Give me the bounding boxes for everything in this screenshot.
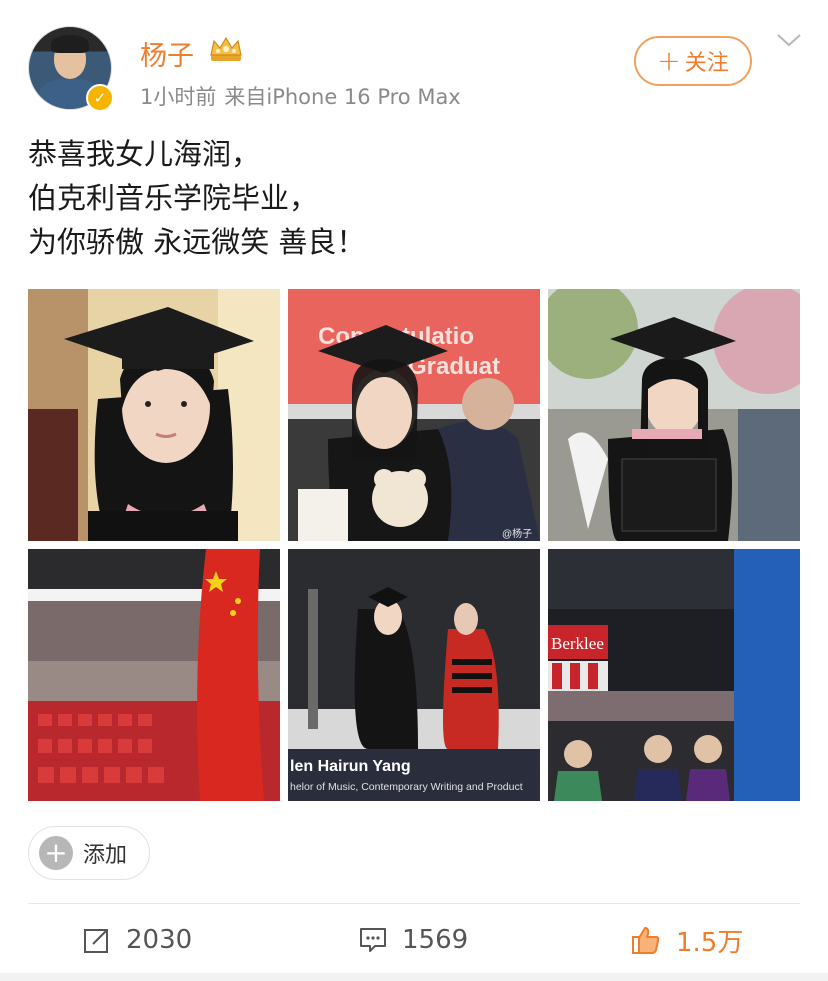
- add-button[interactable]: + 添加: [28, 826, 150, 880]
- comment-button[interactable]: 1569: [358, 912, 468, 968]
- share-icon: [84, 929, 108, 953]
- content-line: 伯克利音乐学院毕业，: [28, 181, 319, 215]
- post-meta: 1小时前 来自iPhone 16 Pro Max: [140, 81, 461, 111]
- arena-with-flag-image: [28, 549, 280, 801]
- graduation-portrait-image: [28, 289, 280, 541]
- crown-icon: [210, 36, 242, 61]
- handshake-image: len Hairun Yang helor of Music, Contempo…: [288, 549, 540, 801]
- photo-3[interactable]: [548, 289, 800, 541]
- verified-badge-icon: ✓: [86, 84, 114, 112]
- photo-6[interactable]: Berklee: [548, 549, 800, 801]
- comment-icon: [360, 928, 386, 952]
- thumbs-up-icon: [632, 927, 660, 954]
- like-count: 1.5万: [676, 927, 744, 958]
- author-name[interactable]: 杨子: [140, 34, 194, 73]
- chevron-down-icon[interactable]: [776, 30, 802, 50]
- post-time: 1小时前: [140, 85, 217, 109]
- graduation-outdoor-image: [548, 289, 800, 541]
- add-label: 添加: [83, 843, 128, 868]
- caption-degree: helor of Music, Contemporary Writing and…: [290, 781, 523, 793]
- graduation-banner-image: Congratulatio Graduat @杨子: [288, 289, 540, 541]
- photo-grid: Congratulatio Graduat @杨子: [28, 289, 800, 801]
- content-line: 恭喜我女儿海润，: [28, 137, 261, 171]
- photo-5[interactable]: len Hairun Yang helor of Music, Contempo…: [288, 549, 540, 801]
- caption-name: len Hairun Yang: [290, 758, 411, 775]
- divider: [28, 903, 800, 904]
- post-content: 恭喜我女儿海润， 伯克利音乐学院毕业， 为你骄傲 永远微笑 善良！: [28, 132, 798, 264]
- share-button[interactable]: 2030: [82, 912, 192, 968]
- comment-count: 1569: [402, 925, 469, 955]
- follow-label: 关注: [684, 51, 729, 76]
- watermark-text: @杨子: [502, 527, 532, 540]
- photo-2[interactable]: Congratulatio Graduat @杨子: [288, 289, 540, 541]
- like-button[interactable]: 1.5万: [630, 912, 743, 968]
- follow-button[interactable]: + 关注: [634, 36, 752, 86]
- action-bar: 2030 1569 1.5万: [0, 912, 828, 968]
- share-count: 2030: [126, 925, 193, 955]
- post-source: 来自iPhone 16 Pro Max: [224, 85, 461, 109]
- avatar-hair: [51, 35, 89, 53]
- photo-1[interactable]: [28, 289, 280, 541]
- photo-4[interactable]: [28, 549, 280, 801]
- plus-icon: +: [657, 43, 681, 77]
- plus-circle-icon: +: [39, 836, 73, 870]
- content-line: 为你骄傲 永远微笑 善良！: [28, 225, 366, 259]
- berklee-banner: Berklee: [551, 634, 604, 653]
- ceremony-image: Berklee: [548, 549, 800, 801]
- bottom-separator: [0, 973, 828, 981]
